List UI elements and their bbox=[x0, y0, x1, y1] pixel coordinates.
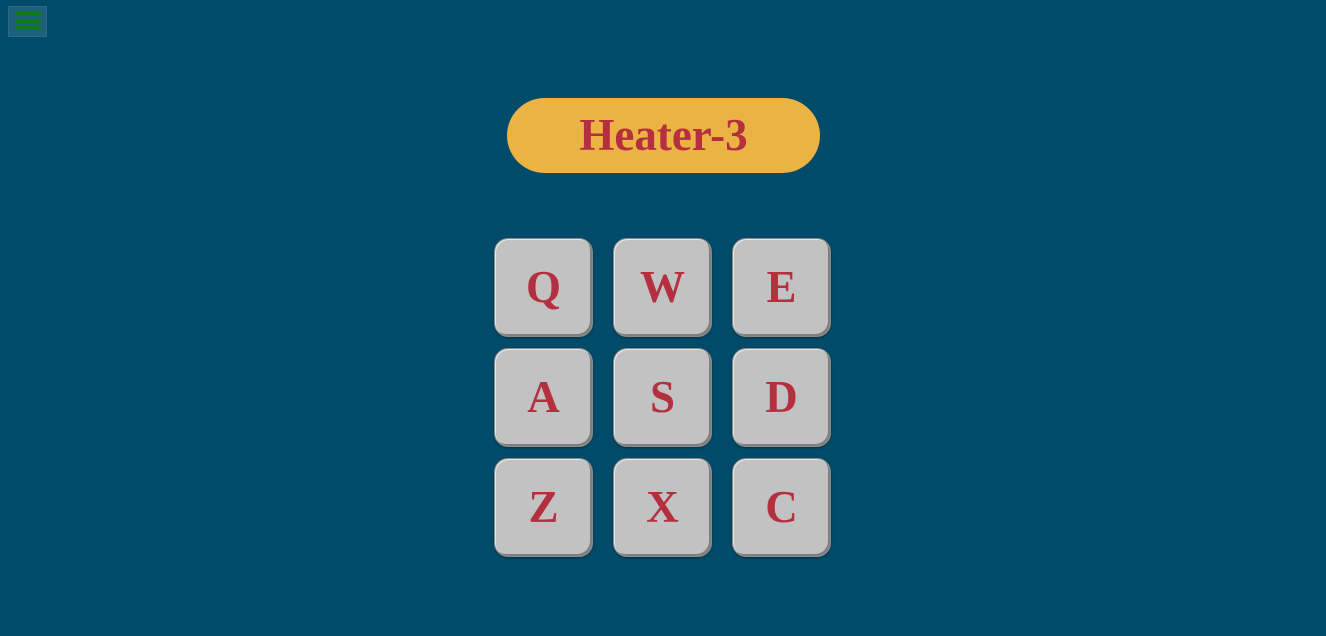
drum-pad-s[interactable]: S bbox=[613, 348, 712, 447]
menu-icon-bar bbox=[16, 19, 41, 23]
drum-pad-q[interactable]: Q bbox=[494, 238, 593, 337]
drum-pad-a[interactable]: A bbox=[494, 348, 593, 447]
drum-pad-e[interactable]: E bbox=[732, 238, 831, 337]
drum-pad-x[interactable]: X bbox=[613, 458, 712, 557]
menu-button[interactable] bbox=[8, 6, 47, 37]
drum-pad-key-label: Z bbox=[528, 482, 559, 532]
drum-pad-key-label: A bbox=[527, 372, 560, 422]
drum-pad-c[interactable]: C bbox=[732, 458, 831, 557]
page-title: Heater-3 bbox=[579, 110, 748, 160]
drum-pad-key-label: C bbox=[765, 482, 798, 532]
drum-pad-w[interactable]: W bbox=[613, 238, 712, 337]
drum-pad-key-label: S bbox=[649, 372, 676, 422]
drum-pad-key-label: E bbox=[766, 262, 797, 312]
drum-pad-key-label: W bbox=[640, 262, 685, 312]
menu-icon-bar bbox=[16, 12, 41, 16]
menu-icon-bar bbox=[16, 26, 41, 30]
drum-pad-key-label: D bbox=[765, 372, 798, 422]
drum-pad-z[interactable]: Z bbox=[494, 458, 593, 557]
title-banner: Heater-3 bbox=[507, 98, 820, 173]
drum-pad-key-label: X bbox=[646, 482, 679, 532]
drum-pad-d[interactable]: D bbox=[732, 348, 831, 447]
drum-pad-grid: Q W E A S D Z X C bbox=[494, 238, 831, 557]
drum-pad-key-label: Q bbox=[525, 262, 561, 312]
